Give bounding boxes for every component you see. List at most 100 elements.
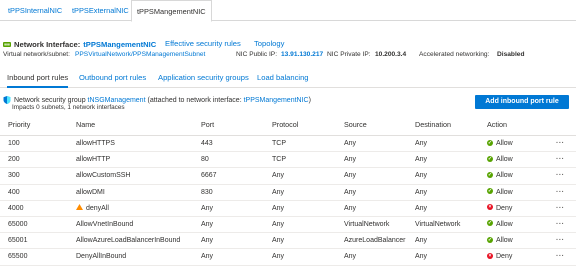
nsg-name-link[interactable]: tNSGManagement [88, 97, 146, 104]
header-priority[interactable]: Priority [8, 114, 30, 136]
more-options-icon[interactable]: ··· [556, 201, 565, 216]
cell-destination: Any [415, 156, 428, 164]
cell-source: Any [344, 253, 357, 261]
cell-destination: VirtualNetwork [415, 220, 461, 228]
table-row[interactable]: 4000 denyAll Any Any Any Any Deny ··· [0, 201, 576, 217]
more-options-icon[interactable]: ··· [556, 249, 565, 264]
cell-name: DenyAllInBound [76, 249, 126, 264]
table-row[interactable]: 65500 DenyAllInBound Any Any Any Any Deny ··· [0, 249, 576, 266]
tab-load-balancing[interactable]: Load balancing [257, 70, 309, 88]
header-protocol[interactable]: Protocol [272, 114, 298, 136]
cell-destination: Any [415, 253, 428, 261]
cell-action: Allow [487, 168, 513, 183]
cell-source: Any [344, 188, 357, 196]
header-port[interactable]: Port [201, 114, 214, 136]
table-header: Priority Name Port Protocol Source Desti… [0, 114, 576, 136]
table-body: 100 allowHTTPS 443 TCP Any Any Allow ··· 200 allo… [0, 136, 576, 266]
rule-name: AllowVnetInBound [76, 220, 134, 228]
cell-source: Any [344, 204, 357, 212]
cell-priority: 200 [8, 156, 20, 164]
allow-icon [487, 155, 493, 163]
tab-tppsinternalnic[interactable]: tPPSInternalNIC [3, 0, 67, 21]
table-row[interactable]: 100 allowHTTPS 443 TCP Any Any Allow ··· [0, 136, 576, 153]
action-label: Allow [496, 237, 513, 245]
header-destination[interactable]: Destination [415, 114, 451, 136]
table-row[interactable]: 300 allowCustomSSH 6667 Any Any Any Allow ··· [0, 168, 576, 185]
table-row[interactable]: 400 allowDMI 830 Any Any Any Allow ··· [0, 185, 576, 201]
cell-action: Allow [487, 233, 513, 248]
cell-action: Deny [487, 249, 512, 264]
tab-inbound-port-rules[interactable]: Inbound port rules [7, 70, 69, 88]
more-options-icon[interactable]: ··· [556, 233, 565, 248]
rule-name: allowHTTPS [76, 140, 115, 147]
table-row[interactable]: 200 allowHTTP 80 TCP Any Any Allow ··· [0, 152, 576, 169]
network-interface-header: Network Interface: tPPSMangementNIC Effe… [3, 38, 303, 50]
cell-priority: 100 [8, 140, 20, 147]
more-options-icon[interactable]: ··· [556, 152, 565, 167]
cell-port: 443 [201, 140, 213, 147]
effective-security-rules-link[interactable]: Effective security rules [165, 38, 241, 50]
action-label: Deny [496, 204, 513, 212]
cell-protocol: TCP [272, 140, 286, 147]
cell-protocol: Any [272, 172, 285, 180]
inbound-rules-table: Priority Name Port Protocol Source Desti… [0, 114, 576, 266]
warning-icon [76, 204, 83, 211]
cell-priority: 65001 [8, 237, 28, 245]
table-row[interactable]: 65000 AllowVnetInBound Any Any VirtualNetwor… [0, 217, 576, 234]
cell-name: AllowVnetInBound [76, 217, 133, 232]
more-options-icon[interactable]: ··· [556, 185, 565, 200]
more-options-icon[interactable]: ··· [556, 136, 565, 151]
cell-port: Any [201, 220, 214, 228]
network-interface-label: Network Interface: [14, 39, 81, 49]
vnet-subnet-label: Virtual network/subnet: [3, 51, 70, 58]
nsg-attached-nic-link[interactable]: tPPSMangementNIC [244, 97, 309, 104]
tab-application-security-groups[interactable]: Application security groups [158, 70, 249, 88]
cell-action: Allow [487, 136, 513, 151]
cell-port: Any [201, 237, 214, 245]
header-action[interactable]: Action [487, 114, 507, 136]
private-ip-label: NIC Private IP: [327, 51, 371, 58]
accelerated-networking-label: Accelerated networking: [419, 51, 490, 58]
header-source[interactable]: Source [344, 114, 367, 136]
cell-destination: Any [415, 188, 428, 196]
cell-source: Any [344, 172, 357, 180]
cell-action: Allow [487, 152, 513, 167]
topology-link[interactable]: Topology [254, 38, 284, 50]
rule-name: allowHTTP [76, 156, 111, 164]
rule-name: denyAll [86, 204, 109, 212]
cell-protocol: Any [272, 188, 285, 196]
action-label: Deny [496, 253, 513, 261]
header-name[interactable]: Name [76, 114, 95, 136]
cell-action: Deny [487, 201, 512, 216]
private-ip-value: 10.200.3.4 [375, 51, 407, 58]
allow-icon [487, 219, 493, 227]
rule-name: allowCustomSSH [76, 172, 131, 180]
add-inbound-port-rule-button[interactable]: Add inbound port rule [475, 95, 569, 109]
cell-priority: 300 [8, 172, 20, 180]
public-ip-label: NIC Public IP: [236, 51, 278, 58]
cell-destination: Any [415, 172, 428, 180]
tab-outbound-port-rules[interactable]: Outbound port rules [79, 70, 146, 88]
more-options-icon[interactable]: ··· [556, 168, 565, 183]
tab-tppsexternalnic[interactable]: tPPSExternalNIC [67, 0, 134, 21]
nic-details-row: Virtual network/subnet: PPSVirtualNetwor… [3, 50, 573, 60]
network-interface-name-link[interactable]: tPPSMangementNIC [83, 40, 156, 49]
cell-port: 6667 [201, 172, 217, 180]
allow-icon [487, 171, 493, 179]
cell-destination: Any [415, 237, 428, 245]
action-label: Allow [496, 220, 513, 228]
rule-name: DenyAllInBound [76, 253, 127, 261]
deny-icon [487, 252, 493, 260]
cell-destination: Any [415, 204, 428, 212]
nsg-prefix: Network security group [14, 96, 86, 104]
cell-action: Allow [487, 217, 513, 232]
cell-source: Any [344, 156, 357, 164]
nsg-suffix: ) [308, 96, 311, 104]
cell-source: Any [344, 140, 357, 147]
public-ip-link[interactable]: 13.91.130.217 [281, 50, 323, 60]
table-row[interactable]: 65001 AllowAzureLoadBalancerInBound Any Any… [0, 233, 576, 250]
cell-name: allowDMI [76, 185, 105, 200]
tab-tppsmangementnic[interactable]: tPPSMangementNIC [131, 0, 212, 22]
vnet-subnet-link[interactable]: PPSVirtualNetwork/PPSManagementSubnet [75, 50, 205, 60]
more-options-icon[interactable]: ··· [556, 217, 565, 232]
